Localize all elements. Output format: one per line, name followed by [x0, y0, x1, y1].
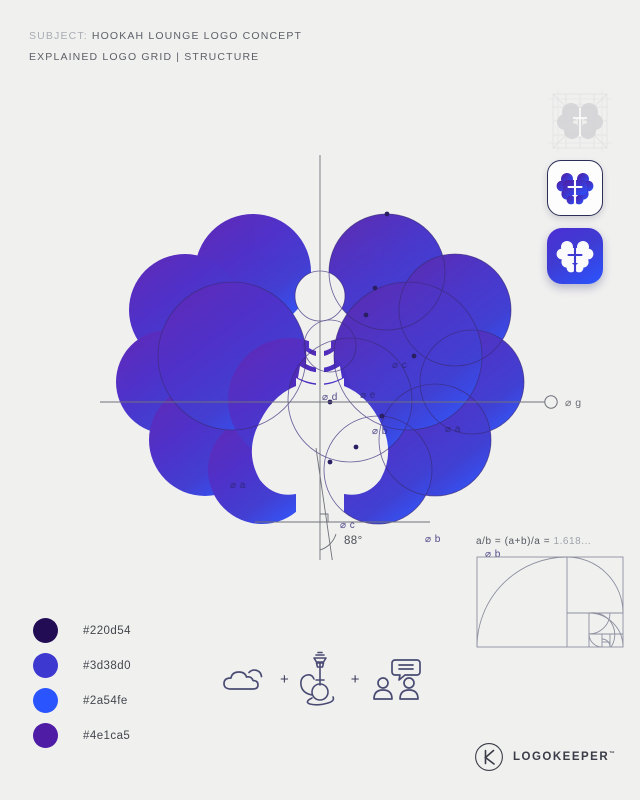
swatch-dot: [33, 723, 58, 748]
subject-line: SUBJECT: HOOKAH LOUNGE LOGO CONCEPT: [29, 26, 302, 47]
plus-separator-2: +: [350, 670, 360, 688]
swatch-hex-label: #4e1ca5: [83, 729, 131, 742]
smoke-clouds-icon: [223, 669, 263, 690]
brand-lockup[interactable]: LOGOKEEPER™: [474, 742, 615, 772]
swatch-dot: [33, 688, 58, 713]
swatch-hex-label: #220d54: [83, 624, 131, 637]
swatch-row[interactable]: #4e1ca5: [33, 718, 131, 753]
header: SUBJECT: HOOKAH LOUNGE LOGO CONCEPT EXPL…: [29, 26, 302, 68]
logo-presentation-page: SUBJECT: HOOKAH LOUNGE LOGO CONCEPT EXPL…: [0, 0, 640, 800]
swatch-row[interactable]: #3d38d0: [33, 648, 131, 683]
logo-construction-diagram: 88° ⌀ g ⌀ d⌀ c⌀ e⌀ b⌀ a⌀ a⌀ c⌀ b⌀ b⌀ c: [0, 110, 640, 607]
concept-icon-row: + +: [219, 651, 425, 707]
color-palette: #220d54 #3d38d0 #2a54fe #4e1ca5: [33, 613, 131, 753]
golden-ratio-panel: a/b = (a+b)/a = 1.618...: [476, 536, 624, 653]
hookah-icon: [299, 651, 335, 706]
people-conversation-icon: [372, 659, 421, 700]
swatch-dot: [33, 618, 58, 643]
diameter-label-d: ⌀ d: [322, 392, 338, 403]
header-subtitle: EXPLAINED LOGO GRID | STRUCTURE: [29, 51, 260, 63]
diameter-label-a1: ⌀ a: [445, 424, 461, 435]
formula-value: 1.618...: [553, 536, 592, 547]
swatch-row[interactable]: #2a54fe: [33, 683, 131, 718]
brand-name: LOGOKEEPER™: [513, 751, 615, 763]
formula-main: a/b = (a+b)/a =: [476, 536, 554, 547]
diameter-g-circle: [544, 395, 558, 409]
subject-label: SUBJECT:: [29, 30, 88, 42]
angle-label: 88°: [344, 535, 363, 547]
diameter-label-a2: ⌀ a: [230, 480, 246, 491]
swatch-row[interactable]: #220d54: [33, 613, 131, 648]
diameter-label-c2: ⌀ c: [340, 520, 355, 531]
plus-separator-1: +: [280, 670, 289, 688]
trademark-symbol: ™: [609, 751, 615, 758]
diameter-label-c1: ⌀ c: [392, 360, 407, 371]
swatch-hex-label: #2a54fe: [83, 694, 128, 707]
diameter-g-label: ⌀ g: [565, 397, 582, 409]
angle-arc: [319, 533, 337, 551]
logokeeper-monogram-icon: [475, 743, 503, 771]
swatch-dot: [33, 653, 58, 678]
diameter-label-e: ⌀ e: [360, 390, 376, 401]
diameter-label-b1: ⌀ b: [372, 426, 388, 437]
subject-value: HOOKAH LOUNGE LOGO CONCEPT: [91, 30, 303, 42]
brand-text: LOGOKEEPER: [513, 751, 610, 763]
golden-ratio-formula: a/b = (a+b)/a = 1.618...: [476, 536, 624, 547]
swatch-hex-label: #3d38d0: [83, 659, 131, 672]
fibonacci-spiral-diagram: [476, 556, 624, 648]
diameter-label-b2: ⌀ b: [425, 534, 441, 545]
